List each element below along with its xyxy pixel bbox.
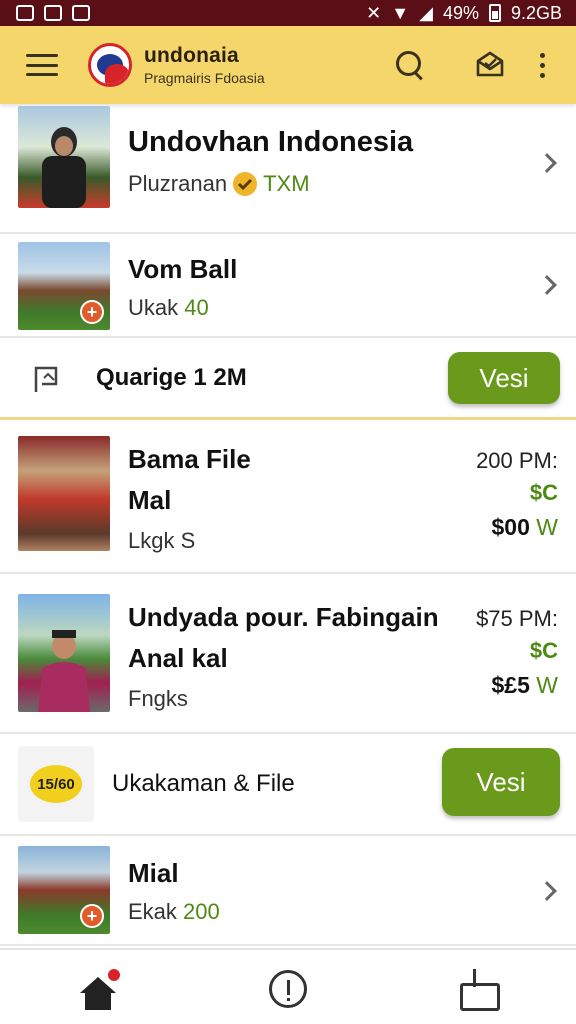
price-amount: $00 W xyxy=(476,514,558,541)
inbox-download-icon[interactable] xyxy=(454,963,502,1011)
flag-icon xyxy=(32,364,64,401)
list-item[interactable]: Undovhan Indonesia Pluzranan TXM xyxy=(0,104,576,234)
notification-icon xyxy=(72,5,90,21)
list-item-title: Vom Ball xyxy=(128,254,238,284)
list-item-subtitle-row: Ekak 200 xyxy=(128,899,220,925)
app-bar: undonaia Pragmairis Fdoasia xyxy=(0,26,576,104)
list-item-title-line2: Mal xyxy=(128,485,172,515)
mail-icon[interactable] xyxy=(474,49,506,81)
price-amount: $£5 W xyxy=(476,672,558,699)
price-value: $£5 xyxy=(491,672,530,698)
list-item-title: Undovhan Indonesia xyxy=(128,126,414,158)
notification-badge xyxy=(105,967,122,983)
app-bar-actions xyxy=(394,49,546,81)
list-item-subtitle-row: Pluzranan TXM xyxy=(128,171,413,197)
vibrate-icon xyxy=(16,5,34,21)
status-icons-right: ✕ ▼ ◢ 49% 9.2GB xyxy=(366,3,562,24)
app-subtitle: Pragmairis Fdoasia xyxy=(144,70,265,86)
list-item-text: Vom Ball Ukak 40 xyxy=(128,254,237,321)
list-item-title-line2: Anal kal xyxy=(128,643,228,673)
price-currency: $C xyxy=(529,638,558,663)
list-item-subtitle-row: Ukak 40 xyxy=(128,295,237,321)
price-unit: W xyxy=(536,514,558,540)
app-logo xyxy=(88,43,132,87)
list-item-title: Undyada pour. Fabingain xyxy=(128,602,439,632)
list-item[interactable]: Undyada pour. Fabingain Anal kal Fngks $… xyxy=(0,576,576,734)
list-item[interactable]: 15/60 Ukakaman & File Vesi xyxy=(0,736,576,836)
list-item-text: Mial Ekak 200 xyxy=(128,858,220,925)
list-item-subtitle: Lkgk S xyxy=(128,528,196,553)
list-item-thumbnail xyxy=(18,106,110,208)
home-icon[interactable] xyxy=(74,963,122,1011)
app-title: undonaia xyxy=(144,44,239,67)
bottom-nav xyxy=(0,948,576,1024)
signal-icon: ◢ xyxy=(419,2,433,23)
list-item-badge: TXM xyxy=(263,171,310,196)
image-icon xyxy=(44,5,62,21)
coin-icon: 15/60 xyxy=(30,765,82,803)
list-item-text: Bama File Mal Lkgk S xyxy=(128,444,251,554)
list-item-thumbnail: 15/60 xyxy=(18,746,94,822)
price-unit: W xyxy=(536,672,558,698)
chevron-right-icon[interactable] xyxy=(537,881,557,901)
list-item-count: 200 xyxy=(183,899,220,924)
list-item[interactable]: + Vom Ball Ukak 40 xyxy=(0,236,576,338)
list-item-thumbnail xyxy=(18,436,110,551)
vesi-button[interactable]: Vesi xyxy=(442,748,560,816)
add-icon[interactable]: + xyxy=(80,904,104,928)
add-icon[interactable]: + xyxy=(80,300,104,324)
list-item-thumbnail: + xyxy=(18,242,110,330)
more-vert-icon[interactable] xyxy=(540,52,546,78)
wifi-icon: ▼ xyxy=(391,2,410,23)
price-column: $75 PM: $C $£5 W xyxy=(476,606,558,699)
vesi-button[interactable]: Vesi xyxy=(448,352,560,404)
list-item-text: Undovhan Indonesia Pluzranan TXM xyxy=(128,126,413,197)
list-item-subtitle: Ukak xyxy=(128,295,179,320)
info-icon[interactable] xyxy=(268,970,307,1008)
battery-percent: 49% xyxy=(442,2,479,23)
list-item-title: Ukakaman & File xyxy=(112,770,295,797)
search-icon[interactable] xyxy=(394,49,426,81)
list-item-title: Mial xyxy=(128,858,179,888)
list-item-title: Bama File xyxy=(128,444,251,474)
list-item[interactable]: Bama File Mal Lkgk S 200 PM: $C $00 W xyxy=(0,424,576,574)
list-item-subtitle: Ekak xyxy=(128,899,177,924)
price-time: 200 PM: xyxy=(476,448,558,473)
price-time: $75 PM: xyxy=(476,606,558,631)
price-currency: $C xyxy=(529,480,558,505)
list-item-subtitle: Pluzranan xyxy=(128,171,228,196)
network-usage: 9.2GB xyxy=(510,2,562,23)
battery-icon xyxy=(488,4,501,22)
status-icons-left xyxy=(16,5,90,21)
list-item-count: 40 xyxy=(184,295,209,320)
list-item[interactable]: Quarige 1 2M Vesi xyxy=(0,340,576,420)
list-item-thumbnail xyxy=(18,594,110,712)
price-column: 200 PM: $C $00 W xyxy=(476,448,558,541)
wifi-off-icon: ✕ xyxy=(366,2,382,23)
app-brand: undonaia Pragmairis Fdoasia xyxy=(144,44,265,86)
status-bar: ✕ ▼ ◢ 49% 9.2GB xyxy=(0,0,576,26)
list-item-text: Undyada pour. Fabingain Anal kal Fngks xyxy=(128,602,439,712)
verified-icon xyxy=(233,172,258,196)
list-item-thumbnail: + xyxy=(18,846,110,934)
list-item-subtitle: Fngks xyxy=(128,686,188,711)
list-item[interactable]: + Mial Ekak 200 xyxy=(0,838,576,946)
list-item-title: Quarige 1 2M xyxy=(96,364,247,391)
price-value: $00 xyxy=(491,514,530,540)
chevron-right-icon[interactable] xyxy=(537,275,557,295)
menu-icon[interactable] xyxy=(24,51,60,79)
chevron-right-icon[interactable] xyxy=(537,153,557,173)
